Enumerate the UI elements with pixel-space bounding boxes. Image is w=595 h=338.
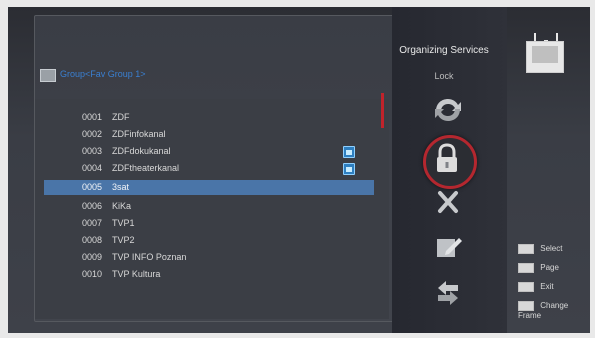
legend-label: Select — [540, 244, 563, 254]
channel-name: ZDFdokukanal — [112, 146, 171, 156]
lock-badge-icon — [343, 163, 355, 175]
channel-number: 0008 — [82, 235, 103, 245]
channel-name: ZDFinfokanal — [112, 129, 166, 139]
channel-row[interactable]: 0009 TVP INFO Poznan — [44, 250, 374, 265]
channel-row[interactable]: 0002 ZDFinfokanal — [44, 127, 374, 142]
channel-row[interactable]: 0007 TVP1 — [44, 216, 374, 231]
group-label[interactable]: Group<Fav Group 1> — [60, 69, 146, 79]
channel-number: 0004 — [82, 163, 103, 173]
channel-name: ZDF — [112, 112, 130, 122]
channel-row[interactable]: 0010 TVP Kultura — [44, 267, 374, 282]
channel-number: 0006 — [82, 201, 103, 211]
skip-icon[interactable] — [428, 275, 468, 309]
channel-number: 0003 — [82, 146, 103, 156]
delete-icon[interactable] — [428, 185, 468, 219]
move-icon[interactable] — [428, 93, 468, 127]
channel-number: 0005 — [82, 182, 103, 192]
channel-row[interactable]: 0006 KiKa — [44, 199, 374, 214]
channel-name: TVP1 — [112, 218, 135, 228]
legend-exit: Exit — [518, 282, 554, 292]
scrollbar[interactable] — [381, 93, 384, 128]
lock-tool-selected[interactable] — [423, 135, 477, 189]
channel-name: 3sat — [112, 182, 130, 192]
channel-row[interactable]: 0001 ZDF — [44, 110, 374, 125]
legend-page: Page — [518, 263, 559, 273]
channel-row[interactable]: 0004 ZDFtheaterkanal — [44, 161, 374, 176]
exit-key-icon — [518, 282, 534, 292]
channel-row[interactable]: 0003 ZDFdokukanal — [44, 144, 374, 159]
channel-number: 0007 — [82, 218, 103, 228]
lock-badge-icon — [343, 146, 355, 158]
channel-name: TVP Kultura — [112, 269, 161, 279]
channel-number: 0002 — [82, 129, 103, 139]
group-icon — [40, 69, 56, 82]
legend-label: Page — [540, 263, 559, 273]
channel-name: KiKa — [112, 201, 132, 211]
legend-label: Exit — [540, 282, 554, 292]
page-key-icon — [518, 263, 534, 273]
select-key-icon — [518, 244, 534, 254]
mode-label: Lock — [434, 71, 454, 81]
legend-select: Select — [518, 244, 562, 254]
channel-number: 0010 — [82, 269, 103, 279]
tv-screen: Group<Fav Group 1> 0001 ZDF 0002 ZDFinfo… — [8, 7, 590, 333]
channel-number: 0009 — [82, 252, 103, 262]
channel-number: 0001 — [82, 112, 103, 122]
channel-name: TVP INFO Poznan — [112, 252, 187, 262]
lock-icon — [437, 143, 457, 172]
rename-icon[interactable] — [428, 229, 468, 263]
channel-row[interactable]: 0008 TVP2 — [44, 233, 374, 248]
tv-icon — [526, 41, 564, 73]
frame-key-icon — [518, 301, 534, 311]
channel-row-selected[interactable]: 0005 3sat — [44, 180, 374, 195]
channel-name: ZDFtheaterkanal — [112, 163, 180, 173]
channel-name: TVP2 — [112, 235, 135, 245]
legend-change-frame: Change Frame — [518, 301, 590, 320]
page-title: Organizing Services — [399, 45, 489, 56]
